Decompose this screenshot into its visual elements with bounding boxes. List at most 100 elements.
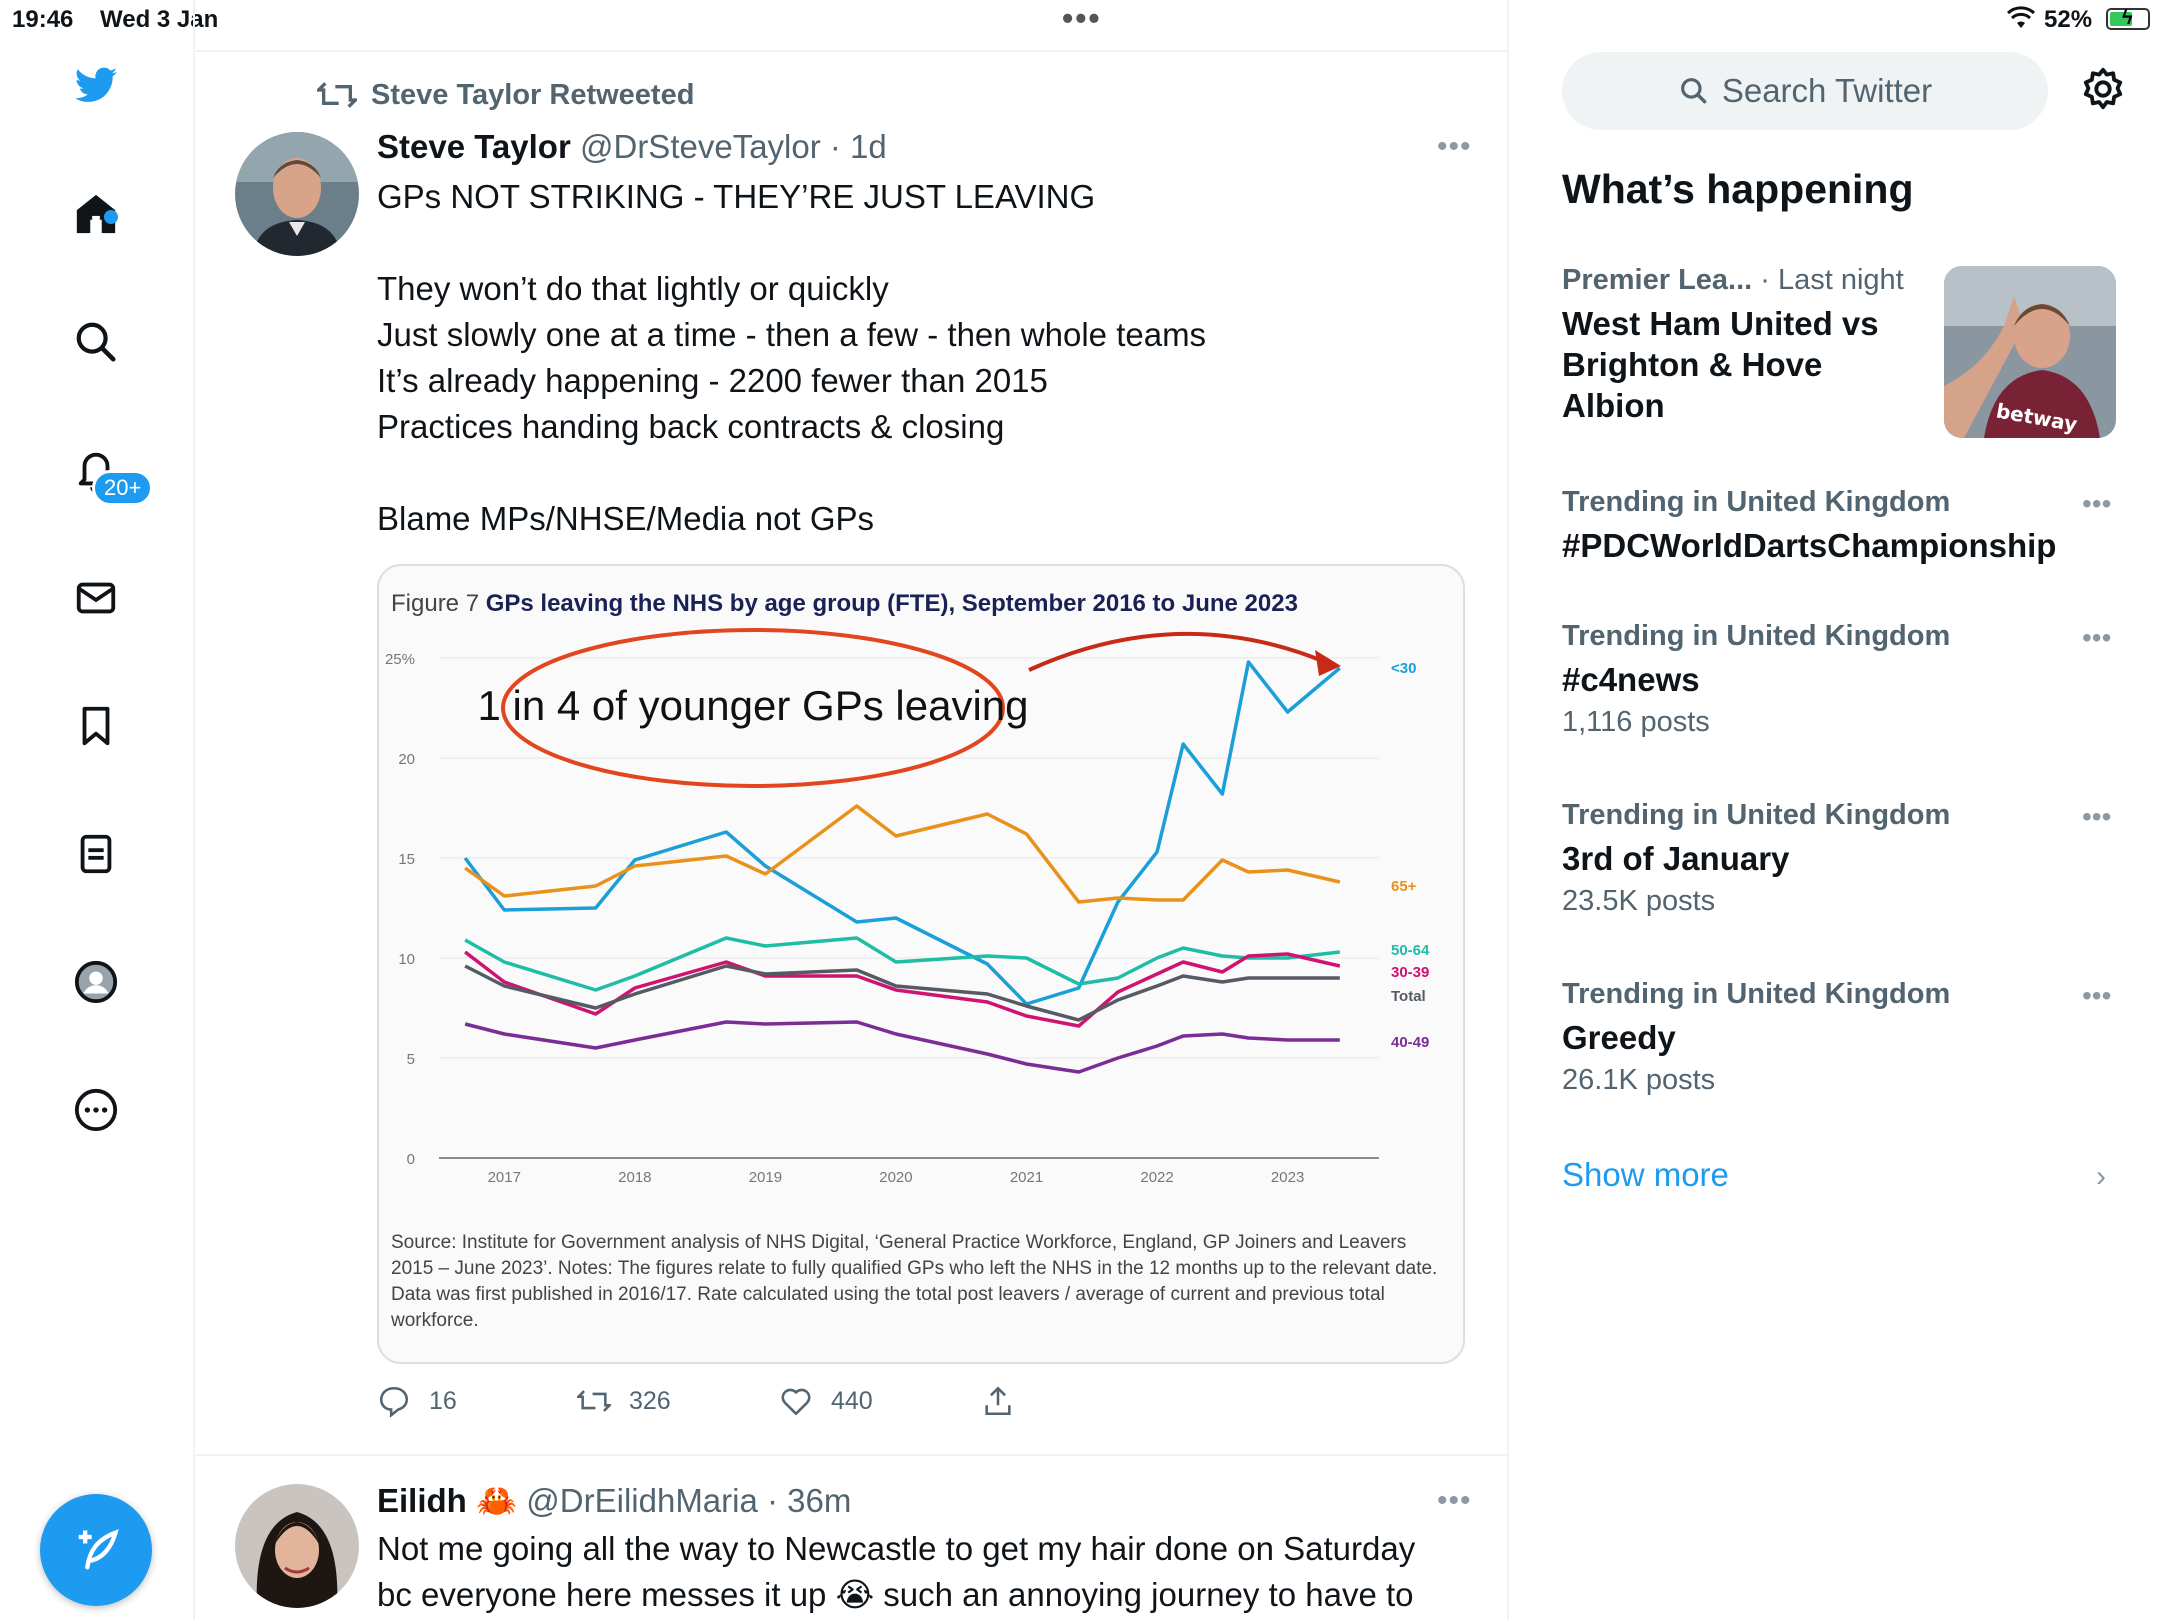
y-tick-label: 10 [398,951,415,968]
chevron-right-icon: › [2096,1160,2106,1193]
profile-icon[interactable] [70,956,122,1008]
series-line-65 [464,804,1341,904]
multitasking-dots[interactable]: ••• [1062,0,1102,37]
trend-more-button[interactable]: ••• [2082,488,2111,520]
series-label: <30 [1391,660,1416,677]
trend-title: West Ham United vs Brighton & Hove Albio… [1562,305,1879,424]
whats-happening-heading: What’s happening [1562,166,1914,212]
author-name[interactable]: Eilidh [377,1482,467,1519]
series-label: 50-64 [1391,942,1430,959]
annotation-text: 1 in 4 of younger GPs leaving [477,682,1028,729]
feather-plus-icon [78,1529,119,1570]
trend-more-button[interactable]: ••• [2082,622,2111,654]
y-tick-label: 15 [398,851,415,868]
trend-context: Trending in United Kingdom [1562,486,1951,518]
trend-item[interactable]: Trending in United Kingdom #PDCWorldDart… [1562,486,2122,566]
chart-image-card[interactable]: Figure 7 GPs leaving the NHS by age grou… [377,564,1465,1364]
trend-title: #PDCWorldDartsChampionship [1562,527,2057,564]
tweet-text: GPs NOT STRIKING - THEY’RE JUST LEAVING … [377,178,1207,537]
trend-more-button[interactable]: ••• [2082,980,2111,1012]
trend-more-button[interactable]: ••• [2082,801,2111,833]
trend-context: Trending in United Kingdom [1562,978,1951,1010]
bookmarks-icon[interactable] [70,700,122,752]
search-icon [1680,78,1707,104]
sidebar-divider [1507,0,1509,1620]
author-handle-time[interactable]: @DrEilidhMaria · 36m [526,1482,851,1519]
status-time: 19:46 [12,6,74,33]
lists-icon[interactable] [70,828,122,880]
x-tick-label: 2023 [1271,1169,1304,1186]
retweet-button[interactable]: 326 [577,1384,671,1418]
trend-item[interactable]: Trending in United Kingdom #c4news 1,116… [1562,620,2122,739]
search-input[interactable]: Search Twitter [1562,52,2048,130]
chart-source-note: Source: Institute for Government analysi… [391,1232,1438,1331]
avatar[interactable] [235,1484,359,1608]
trend-context: Trending in United Kingdom [1562,620,1951,652]
compose-tweet-button[interactable] [40,1494,152,1606]
home-unread-dot [104,210,118,224]
trend-post-count: 26.1K posts [1562,1064,1716,1096]
retweet-context: Steve Taylor Retweeted [317,78,694,112]
reply-count: 16 [429,1386,457,1415]
wifi-icon [2006,6,2036,28]
trend-title: #c4news [1562,661,1700,698]
status-date: Wed 3 Jan [100,6,219,33]
x-tick-label: 2019 [749,1169,782,1186]
trend-title: 3rd of January [1562,840,1790,877]
search-placeholder: Search Twitter [1721,72,1933,109]
author-handle-time[interactable]: @DrSteveTaylor · 1d [580,128,887,165]
trend-item[interactable]: Trending in United Kingdom Greedy 26.1K … [1562,978,2122,1097]
x-tick-label: 2017 [488,1169,521,1186]
like-button[interactable]: 440 [779,1384,873,1418]
nav-divider [193,0,195,1620]
author-name[interactable]: Steve Taylor [377,128,571,165]
reply-button[interactable]: 16 [377,1384,457,1418]
y-tick-label: 0 [407,1151,415,1168]
twitter-logo-icon[interactable] [70,60,122,112]
notifications-badge: 20+ [92,470,154,506]
tweet-separator [195,1454,1507,1456]
line-chart: 0 5 10 15 20 25% 2017 2018 2019 2020 2021 2022 2023 <… [385,628,1430,1186]
trend-context: Premier Lea... [1562,264,1753,296]
tweet-header: Steve Taylor @DrSteveTaylor · 1d [377,128,887,166]
tweet-actions: 16 326 440 [377,1384,1277,1428]
messages-envelope-icon[interactable] [70,572,122,624]
tweet-more-button[interactable]: ••• [1437,130,1472,164]
like-count: 440 [831,1386,873,1415]
x-tick-label: 2020 [879,1169,912,1186]
trend-item[interactable]: Trending in United Kingdom 3rd of Januar… [1562,799,2122,918]
trend-post-count: 1,116 posts [1562,706,1710,738]
trend-post-count: 23.5K posts [1562,885,1716,917]
heart-icon [781,1388,811,1416]
series-label: 30-39 [1391,964,1429,981]
series-label: 65+ [1391,878,1417,895]
retweet-count: 326 [629,1386,671,1415]
tweet-text: Not me going all the way to Newcastle to… [377,1530,1416,1613]
trend-item-news[interactable]: Premier Lea... · Last night West Ham Uni… [1562,264,1942,426]
x-tick-label: 2018 [618,1169,651,1186]
avatar[interactable] [235,132,359,256]
retweeted-by-label[interactable]: Steve Taylor Retweeted [371,79,694,112]
reply-icon [379,1386,409,1418]
search-icon[interactable] [70,316,122,368]
tweet-more-button[interactable]: ••• [1437,1484,1472,1518]
show-more-link[interactable]: Show more [1562,1156,1729,1194]
series-label: Total [1391,988,1426,1005]
retweet-icon [577,1390,611,1412]
series-line-5064 [464,936,1341,992]
share-button[interactable] [981,1384,1015,1418]
trend-context: Trending in United Kingdom [1562,799,1951,831]
news-thumbnail[interactable]: betway [1944,266,2116,438]
settings-gear-icon[interactable] [2080,66,2126,112]
trend-title: Greedy [1562,1019,1676,1056]
trend-time: · Last night [1752,264,1904,296]
author-emoji: 🦀 [476,1482,518,1519]
x-tick-label: 2022 [1140,1169,1173,1186]
y-tick-label: 25% [385,651,415,668]
more-options-icon[interactable] [70,1084,122,1136]
series-label: 40-49 [1391,1034,1429,1051]
status-bar: 19:46 Wed 3 Jan ••• 52% ϟ [0,0,2160,38]
left-nav: 20+ [0,38,193,1620]
annotation-arrow [1028,631,1326,672]
retweet-icon [317,82,357,108]
